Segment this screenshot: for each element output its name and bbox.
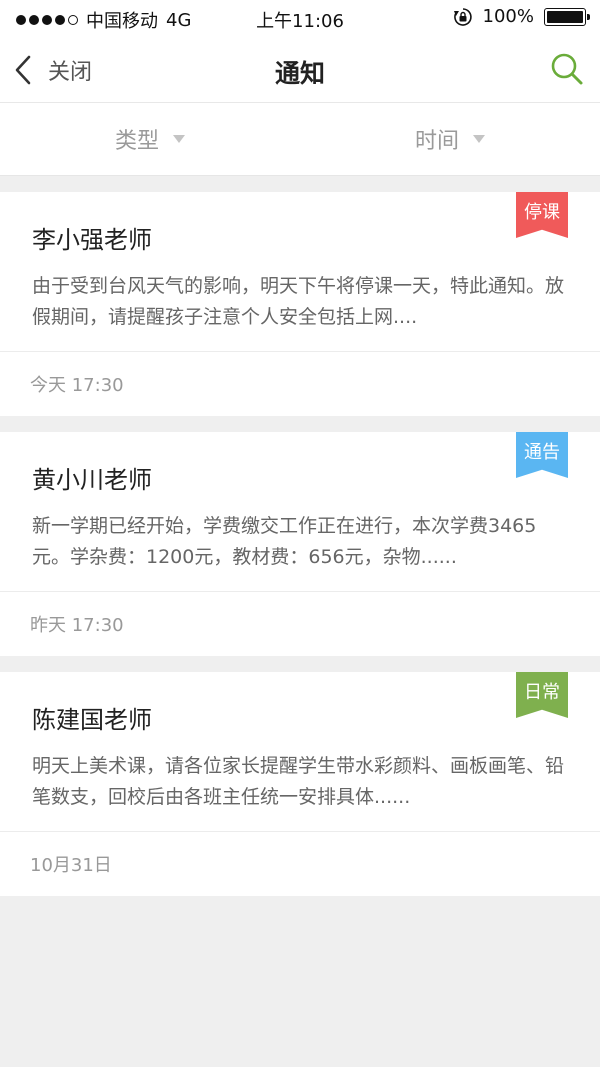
notice-body: 陈建国老师 明天上美术课，请各位家长提醒学生带水彩颜料、画板画笔、铅笔数支，回校… — [0, 672, 600, 832]
notice-list: 停课 李小强老师 由于受到台风天气的影响，明天下午将停课一天，特此通知。放假期间… — [0, 176, 600, 896]
status-bar: 中国移动 4G 上午11:06 100% — [0, 0, 600, 36]
notice-time: 今天 17:30 — [30, 375, 124, 396]
rotation-lock-icon — [453, 7, 472, 26]
teacher-name: 黄小川老师 — [32, 466, 152, 494]
notice-content: 新一学期已经开始，学费缴交工作正在进行，本次学费3465元。学杂费：1200元，… — [32, 515, 537, 568]
notice-time: 昨天 17:30 — [30, 615, 124, 636]
status-right: 100% — [453, 6, 590, 27]
caret-down-icon — [173, 135, 185, 143]
notice-content: 明天上美术课，请各位家长提醒学生带水彩颜料、画板画笔、铅笔数支，回校后由各班主任… — [32, 755, 565, 808]
filter-bar: 类型 时间 — [0, 103, 600, 176]
nav-bar: 关闭 通知 — [0, 36, 600, 103]
caret-down-icon — [473, 135, 485, 143]
battery-icon — [544, 7, 590, 26]
notice-time: 10月31日 — [30, 855, 112, 876]
filter-type-label: 类型 — [114, 129, 159, 154]
teacher-name: 李小强老师 — [32, 226, 152, 254]
notice-card[interactable]: 日常 陈建国老师 明天上美术课，请各位家长提醒学生带水彩颜料、画板画笔、铅笔数支… — [0, 672, 600, 896]
close-button[interactable]: 关闭 — [14, 54, 92, 86]
filter-type[interactable]: 类型 — [0, 103, 300, 175]
search-button[interactable] — [550, 52, 584, 90]
filter-time[interactable]: 时间 — [300, 103, 600, 175]
notice-card[interactable]: 通告 黄小川老师 新一学期已经开始，学费缴交工作正在进行，本次学费3465元。学… — [0, 432, 600, 656]
notice-body: 李小强老师 由于受到台风天气的影响，明天下午将停课一天，特此通知。放假期间，请提… — [0, 192, 600, 352]
chevron-left-icon — [15, 55, 31, 85]
battery-percent: 100% — [482, 6, 534, 27]
notice-card[interactable]: 停课 李小强老师 由于受到台风天气的影响，明天下午将停课一天，特此通知。放假期间… — [0, 192, 600, 416]
notice-body: 黄小川老师 新一学期已经开始，学费缴交工作正在进行，本次学费3465元。学杂费：… — [0, 432, 600, 592]
filter-time-label: 时间 — [414, 129, 459, 154]
close-label: 关闭 — [48, 60, 93, 85]
notice-content: 由于受到台风天气的影响，明天下午将停课一天，特此通知。放假期间，请提醒孩子注意个… — [32, 275, 565, 328]
search-icon — [551, 53, 583, 85]
teacher-name: 陈建国老师 — [32, 706, 152, 734]
